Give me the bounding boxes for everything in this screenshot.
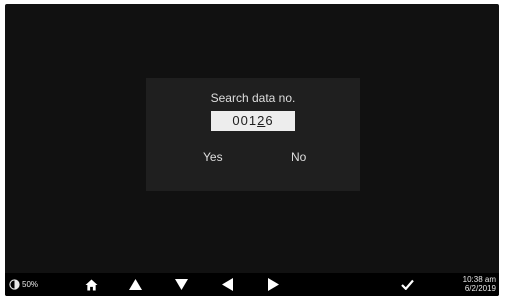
up-button[interactable]	[125, 273, 145, 296]
down-button[interactable]	[171, 273, 191, 296]
number-prefix: 001	[232, 113, 258, 128]
device-screen: Search data no. 00126 Yes No 50% 10:38 a…	[5, 4, 499, 296]
data-number-field[interactable]: 00126	[211, 111, 295, 131]
home-button[interactable]	[81, 273, 101, 296]
checkmark-icon	[400, 279, 414, 290]
dialog-title: Search data no.	[210, 91, 296, 105]
arrow-left-icon	[221, 278, 233, 291]
clock-time: 10:38 am	[462, 275, 496, 284]
search-dialog: Search data no. 00126 Yes No	[146, 78, 360, 191]
clock-display: 10:38 am 6/2/2019	[454, 275, 496, 293]
battery-pie-icon	[9, 279, 20, 290]
arrow-up-icon	[128, 279, 142, 290]
clock-date: 6/2/2019	[464, 284, 496, 293]
battery-percent: 50%	[22, 280, 39, 289]
battery-indicator: 50%	[9, 273, 47, 296]
home-icon	[85, 278, 97, 291]
arrow-right-icon	[267, 278, 279, 291]
left-button[interactable]	[217, 273, 237, 296]
right-button[interactable]	[263, 273, 283, 296]
bottom-status-bar: 50% 10:38 am 6/2/2019	[5, 273, 499, 296]
confirm-button[interactable]	[397, 273, 417, 296]
number-suffix: 6	[265, 113, 274, 128]
arrow-down-icon	[174, 279, 188, 290]
yes-button[interactable]: Yes	[203, 150, 223, 164]
no-button[interactable]: No	[291, 150, 306, 164]
